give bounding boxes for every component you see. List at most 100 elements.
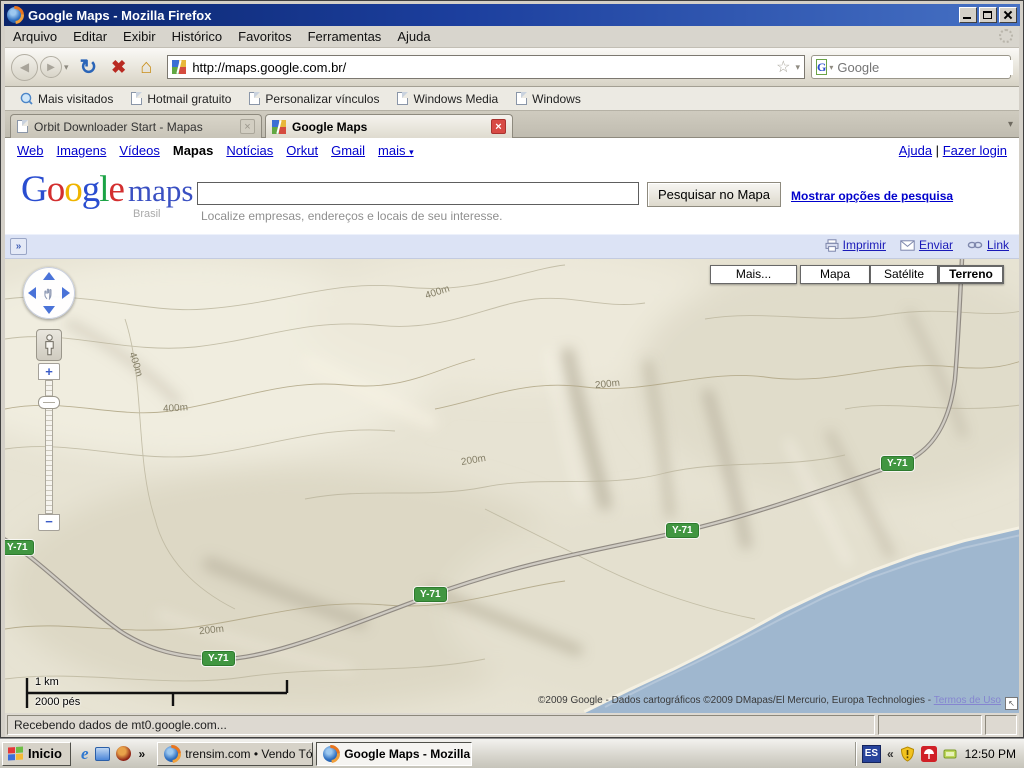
link-imagens[interactable]: Imagens xyxy=(57,143,107,158)
link-videos[interactable]: Vídeos xyxy=(119,143,159,158)
forward-button[interactable]: ▶ xyxy=(40,56,62,78)
internet-explorer-icon[interactable]: e xyxy=(81,744,89,764)
bookmark-star-icon[interactable]: ☆ xyxy=(776,57,790,77)
link-noticias[interactable]: Notícias xyxy=(226,143,273,158)
menu-favoritos[interactable]: Favoritos xyxy=(230,27,299,46)
pan-left-icon[interactable] xyxy=(28,287,36,299)
map-type-terrain-button[interactable]: Terreno xyxy=(938,265,1004,284)
menu-ajuda[interactable]: Ajuda xyxy=(389,27,438,46)
bookmark-hotmail[interactable]: Hotmail gratuito xyxy=(122,92,240,106)
menubar: Arquivo Editar Exibir Histórico Favorito… xyxy=(5,26,1019,48)
url-input[interactable] xyxy=(192,60,776,75)
bookmark-mais-visitados[interactable]: Mais visitados xyxy=(11,92,122,106)
maximize-icon xyxy=(983,11,992,19)
menu-editar[interactable]: Editar xyxy=(65,27,115,46)
print-link[interactable]: Imprimir xyxy=(825,238,886,252)
clock[interactable]: 12:50 PM xyxy=(965,747,1016,761)
reload-button[interactable]: ↻ xyxy=(80,55,98,80)
minimize-icon xyxy=(963,17,971,19)
search-options-link[interactable]: Mostrar opções de pesquisa xyxy=(791,189,953,203)
status-panel xyxy=(878,715,982,735)
start-button[interactable]: Inicio xyxy=(2,742,71,766)
map-corner-button[interactable]: ↖ xyxy=(1005,697,1018,710)
orbit-downloader-icon[interactable] xyxy=(116,746,131,761)
pan-control[interactable] xyxy=(23,267,75,319)
close-button[interactable] xyxy=(999,7,1017,23)
history-dropdown-button[interactable]: ▾ xyxy=(64,62,69,73)
security-shield-icon[interactable] xyxy=(900,746,915,762)
minimize-button[interactable] xyxy=(959,7,977,23)
avira-umbrella-icon[interactable] xyxy=(921,746,937,762)
page-icon xyxy=(397,92,408,105)
firefox-icon xyxy=(164,746,180,762)
search-engine-icon[interactable]: G xyxy=(816,59,827,75)
maps-search-button[interactable]: Pesquisar no Mapa xyxy=(647,182,781,207)
zoom-in-button[interactable]: + xyxy=(38,363,60,380)
menu-historico[interactable]: Histórico xyxy=(164,27,231,46)
scale-metric-label: 1 km xyxy=(35,676,59,688)
firefox-icon xyxy=(7,7,23,23)
task-button-google-maps[interactable]: Google Maps - Mozilla... xyxy=(316,742,472,766)
map-more-button[interactable]: Mais... xyxy=(710,265,797,284)
tab-close-button[interactable]: × xyxy=(240,119,255,134)
logo-region-label: Brasil xyxy=(133,208,161,220)
terms-link[interactable]: Termos de Uso xyxy=(934,695,1001,706)
bookmark-windows[interactable]: Windows xyxy=(507,92,590,106)
task-button-trensim[interactable]: trensim.com • Vendo Tóp... xyxy=(157,742,313,766)
tab-google-maps[interactable]: Google Maps × xyxy=(265,114,513,138)
pan-up-icon[interactable] xyxy=(43,272,55,280)
link-web[interactable]: Web xyxy=(17,143,44,158)
tray-collapse-chevron[interactable]: « xyxy=(887,747,894,761)
map-type-satellite-button[interactable]: Satélite xyxy=(870,265,938,284)
link-mais[interactable]: mais ▾ xyxy=(378,143,414,158)
send-link[interactable]: Enviar xyxy=(900,238,953,252)
web-search-input[interactable] xyxy=(837,60,1013,75)
link-ajuda[interactable]: Ajuda xyxy=(899,143,932,158)
road-shield-y71: Y-71 xyxy=(5,540,34,555)
map-actions-toolbar: » Imprimir Enviar Link xyxy=(5,234,1019,259)
google-maps-logo: Googlemaps Brasil xyxy=(21,168,199,224)
pan-right-icon[interactable] xyxy=(62,287,70,299)
pegman-control[interactable] xyxy=(36,329,62,361)
search-hint: Localize empresas, endereços e locais de… xyxy=(201,209,503,223)
quicklaunch-overflow-chevron[interactable]: » xyxy=(139,747,146,761)
back-button[interactable]: ◀ xyxy=(11,54,38,81)
page-content: Web Imagens Vídeos Mapas Notícias Orkut … xyxy=(5,138,1019,713)
menu-ferramentas[interactable]: Ferramentas xyxy=(300,27,390,46)
menu-arquivo[interactable]: Arquivo xyxy=(5,27,65,46)
urlbar[interactable]: ☆ ▾ xyxy=(167,55,805,79)
search-box[interactable]: G ▾ xyxy=(811,55,1011,79)
maximize-button[interactable] xyxy=(979,7,997,23)
link-to-map-link[interactable]: Link xyxy=(967,238,1009,252)
map-type-map-button[interactable]: Mapa xyxy=(800,265,870,284)
tab-list-dropdown-icon[interactable]: ▾ xyxy=(1008,119,1013,130)
pan-down-icon[interactable] xyxy=(43,306,55,314)
home-button[interactable]: ⌂ xyxy=(140,56,152,79)
zoom-out-button[interactable]: − xyxy=(38,514,60,531)
maps-search-input[interactable] xyxy=(197,182,639,205)
volume-icon[interactable] xyxy=(943,747,959,761)
site-favicon xyxy=(172,60,186,74)
tab-orbit-downloader[interactable]: Orbit Downloader Start - Mapas × xyxy=(10,114,262,138)
zoom-slider-handle[interactable] xyxy=(38,396,60,409)
road-shield-y71: Y-71 xyxy=(202,651,235,666)
mail-app-icon[interactable] xyxy=(95,747,110,761)
firefox-icon xyxy=(323,746,339,762)
search-engine-dropdown-icon[interactable]: ▾ xyxy=(829,63,833,72)
link-gmail[interactable]: Gmail xyxy=(331,143,365,158)
urlbar-dropdown-icon[interactable]: ▾ xyxy=(795,62,800,73)
menu-exibir[interactable]: Exibir xyxy=(115,27,164,46)
map-viewport[interactable]: 400m 200m 400m 200m 200m 400m Y-71 Y-71 … xyxy=(5,259,1019,713)
language-indicator[interactable]: ES xyxy=(862,745,881,763)
expand-sidebar-button[interactable]: » xyxy=(10,238,27,255)
account-links: Ajuda | Fazer login xyxy=(899,143,1007,158)
stop-button[interactable]: ✖ xyxy=(111,57,126,78)
tab-close-button[interactable]: × xyxy=(491,119,506,134)
bookmarks-toolbar: Mais visitados Hotmail gratuito Personal… xyxy=(5,87,1019,111)
status-text: Recebendo dados de mt0.google.com... xyxy=(14,718,227,732)
link-fazer-login[interactable]: Fazer login xyxy=(943,143,1007,158)
link-orkut[interactable]: Orkut xyxy=(286,143,318,158)
bookmark-windows-media[interactable]: Windows Media xyxy=(388,92,507,106)
bookmark-personalizar[interactable]: Personalizar vínculos xyxy=(240,92,388,106)
hand-icon[interactable] xyxy=(42,286,56,300)
